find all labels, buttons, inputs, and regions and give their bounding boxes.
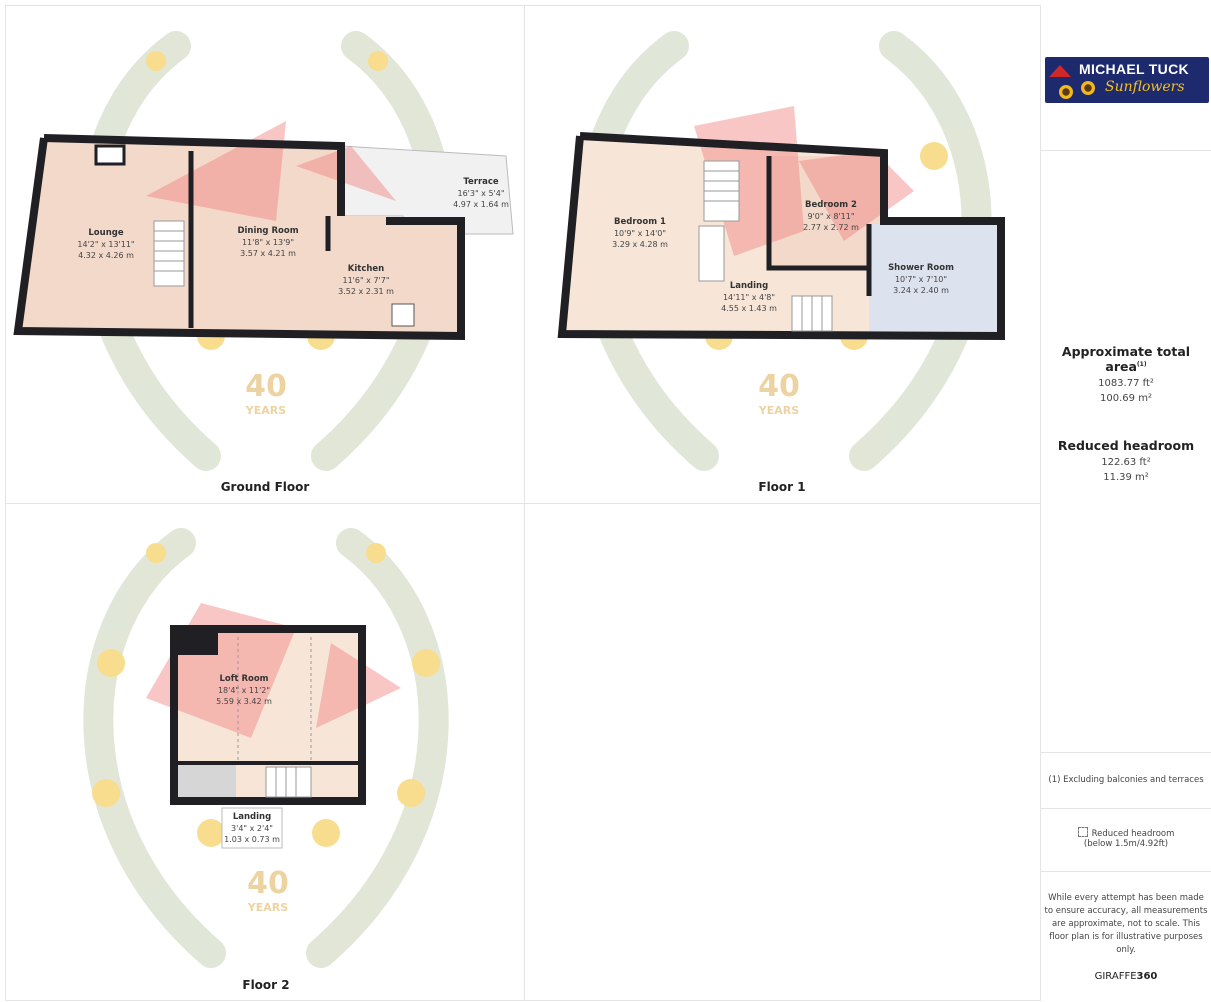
footnote-marker: (1) xyxy=(1136,360,1147,368)
watermark-number: 40 xyxy=(245,369,287,404)
stairs xyxy=(153,220,185,287)
house-icon xyxy=(1049,65,1071,77)
watermark-word: YEARS xyxy=(758,404,799,417)
room-dim-imperial: 10'7" x 7'10" xyxy=(895,275,947,284)
floor1-panel: 40 YEARS Bedroom 1 10'9" x 14'0" 3.29 x … xyxy=(524,5,1041,504)
empty-panel xyxy=(524,503,1041,1001)
room-name-landing: Landing xyxy=(730,281,768,291)
watermark-number: 40 xyxy=(758,369,800,404)
floor1-plan: 40 YEARS Bedroom 1 10'9" x 14'0" 3.29 x … xyxy=(557,31,1005,471)
reduced-headroom-title: Reduced headroom xyxy=(1057,438,1195,453)
room-dim-imperial: 10'9" x 14'0" xyxy=(614,229,666,238)
reduced-headroom-ft: 122.63 ft² xyxy=(1101,457,1151,468)
logo-brand: MICHAEL TUCK xyxy=(1079,61,1189,77)
room-name-terrace: Terrace xyxy=(463,177,499,187)
legend-line2: (below 1.5m/4.92ft) xyxy=(1083,839,1169,849)
room-name-kitchen: Kitchen xyxy=(348,264,384,274)
room-name-shower: Shower Room xyxy=(888,263,954,273)
area-summary: Approximate total area(1) 1083.77 ft² 10… xyxy=(1041,150,1211,751)
room-dim-imperial: 18'4" x 11'2" xyxy=(218,686,270,695)
room-name-bedroom2: Bedroom 2 xyxy=(805,200,857,210)
room-dim-imperial: 16'3" x 5'4" xyxy=(457,189,504,198)
fireplace xyxy=(94,144,126,166)
provider-brand: GIRAFFE360 xyxy=(1094,971,1158,982)
room-dim-imperial: 9'0" x 8'11" xyxy=(807,212,854,221)
watermark-number: 40 xyxy=(247,866,289,901)
watermark-word: YEARS xyxy=(247,901,288,914)
room-dim-metric: 2.77 x 2.72 m xyxy=(803,223,859,232)
total-area-title: Approximate total area(1) xyxy=(1061,344,1191,374)
room-name-lounge: Lounge xyxy=(88,228,123,238)
disclaimer-section: While every attempt has been made to ens… xyxy=(1041,871,1211,1000)
legend: Reduced headroom (below 1.5m/4.92ft) xyxy=(1041,808,1211,871)
total-area-m: 100.69 m² xyxy=(1100,393,1152,404)
floor-label: Floor 1 xyxy=(758,480,806,494)
floor-label: Ground Floor xyxy=(220,480,310,494)
room-dim-metric: 1.03 x 0.73 m xyxy=(224,835,280,844)
disclaimer: While every attempt has been made to ens… xyxy=(1044,893,1208,955)
room-dim-imperial: 3'4" x 2'4" xyxy=(231,824,273,833)
watermark-word: YEARS xyxy=(245,404,286,417)
room-name-dining: Dining Room xyxy=(237,226,298,236)
ground-floor-plan: 40 YEARS Lounge 14'2" x 13'11" 4.32 x 4.… xyxy=(13,31,514,471)
sunflower-icon xyxy=(1059,85,1073,99)
room-dim-metric: 4.32 x 4.26 m xyxy=(78,251,134,260)
room-name-loft: Loft Room xyxy=(219,674,268,684)
agency-logo: MICHAEL TUCK Sunflowers xyxy=(1045,57,1209,103)
room-dim-metric: 3.57 x 4.21 m xyxy=(240,249,296,258)
floor-label: Floor 2 xyxy=(242,978,290,992)
room-dim-metric: 4.97 x 1.64 m xyxy=(453,200,509,209)
room-dim-imperial: 11'8" x 13'9" xyxy=(242,238,294,247)
room-dim-metric: 5.59 x 3.42 m xyxy=(216,697,272,706)
room-dim-metric: 4.55 x 1.43 m xyxy=(721,304,777,313)
hob xyxy=(391,303,415,327)
reduced-headroom-area xyxy=(178,765,236,797)
room-dim-imperial: 14'11" x 4'8" xyxy=(723,293,775,302)
room-dim-metric: 3.29 x 4.28 m xyxy=(612,240,668,249)
reduced-headroom-m: 11.39 m² xyxy=(1103,472,1149,483)
dashed-box-icon xyxy=(1077,827,1088,837)
footnote: (1) Excluding balconies and terraces xyxy=(1041,752,1211,808)
total-area-ft: 1083.77 ft² xyxy=(1098,378,1154,389)
room-name-landing: Landing xyxy=(233,812,271,822)
sidebar: MICHAEL TUCK Sunflowers Approximate tota… xyxy=(1041,5,1211,1000)
sunflower-icon xyxy=(1081,81,1095,95)
stairs xyxy=(265,766,312,798)
room-dim-metric: 3.52 x 2.31 m xyxy=(338,287,394,296)
room-dim-metric: 3.24 x 2.40 m xyxy=(893,286,949,295)
logo-sub: Sunflowers xyxy=(1105,79,1185,95)
chimney xyxy=(178,633,218,655)
room-dim-imperial: 11'6" x 7'7" xyxy=(342,276,389,285)
floor2-plan: 40 YEARS Loft Room 18'4" x 11'2" 5.59 x … xyxy=(83,528,449,968)
room-dim-imperial: 14'2" x 13'11" xyxy=(77,240,134,249)
void xyxy=(698,225,725,282)
legend-line1: Reduced headroom xyxy=(1091,829,1175,839)
room-name-bedroom1: Bedroom 1 xyxy=(614,217,666,227)
ground-floor-panel: 40 YEARS Lounge 14'2" x 13'11" 4.32 x 4.… xyxy=(5,5,525,504)
floor2-panel: 40 YEARS Loft Room 18'4" x 11'2" 5.59 x … xyxy=(5,503,525,1001)
